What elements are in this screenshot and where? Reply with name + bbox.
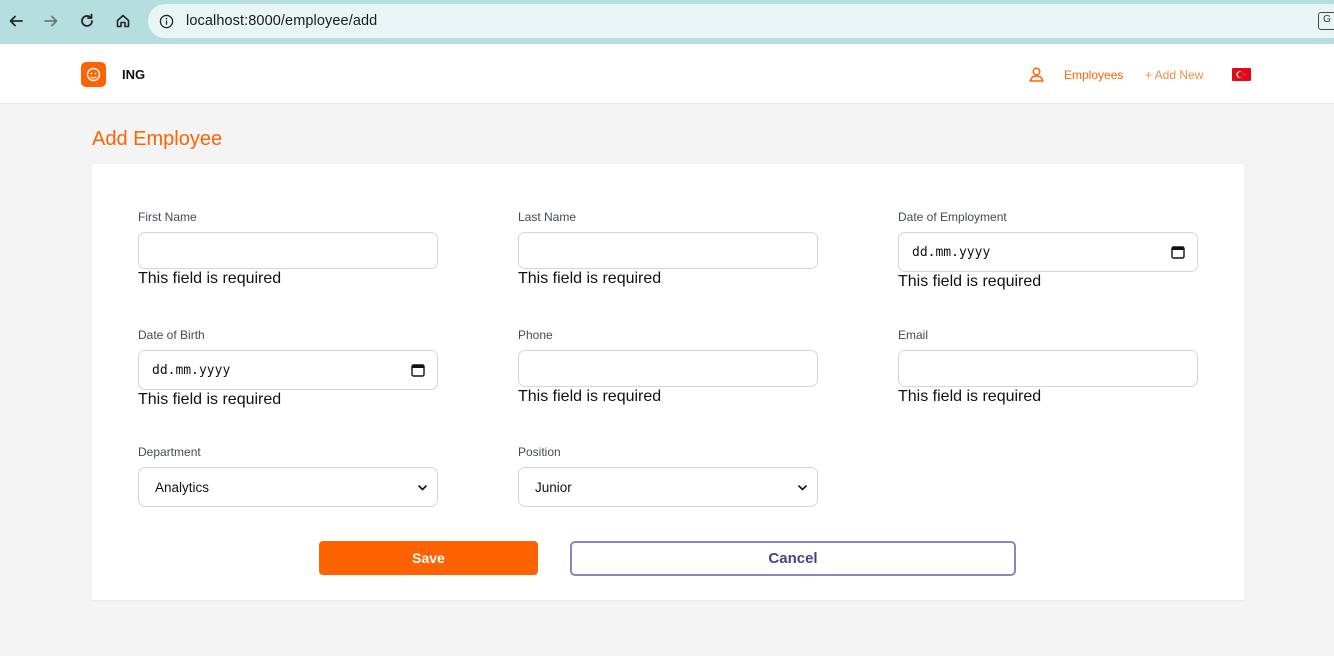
- first-name-error: This field is required: [138, 270, 282, 287]
- phone-error: This field is required: [518, 388, 662, 405]
- phone-field: Phone This field is required: [518, 328, 818, 406]
- home-icon[interactable]: [112, 10, 134, 32]
- calendar-icon[interactable]: [1171, 245, 1185, 259]
- phone-input[interactable]: [518, 350, 818, 387]
- date-of-birth-placeholder: dd.mm.yyyy: [152, 362, 231, 378]
- app-header: ING Employees + Add New: [0, 44, 1334, 104]
- date-of-birth-input[interactable]: dd.mm.yyyy: [138, 350, 438, 390]
- last-name-field: Last Name This field is required: [518, 210, 818, 288]
- department-label: Department: [138, 445, 201, 459]
- browser-toolbar: localhost:8000/employee/add G: [0, 0, 1334, 44]
- first-name-input[interactable]: [138, 232, 438, 269]
- date-of-employment-error: This field is required: [898, 273, 1042, 290]
- last-name-label: Last Name: [518, 210, 577, 224]
- email-error: This field is required: [898, 388, 1042, 405]
- date-of-birth-error: This field is required: [138, 391, 282, 408]
- email-input[interactable]: [898, 350, 1198, 387]
- date-of-employment-field: Date of Employment dd.mm.yyyy This field…: [898, 210, 1198, 291]
- date-of-birth-label: Date of Birth: [138, 328, 205, 342]
- department-field: Department Analytics: [138, 445, 438, 507]
- date-of-employment-input[interactable]: dd.mm.yyyy: [898, 232, 1198, 272]
- cancel-button[interactable]: Cancel: [570, 541, 1016, 576]
- turkey-flag-icon[interactable]: [1232, 68, 1251, 81]
- position-select[interactable]: Junior: [518, 467, 818, 507]
- phone-label: Phone: [518, 328, 553, 342]
- url-text[interactable]: localhost:8000/employee/add: [186, 13, 377, 29]
- calendar-icon[interactable]: [411, 363, 425, 377]
- page-title: Add Employee: [92, 128, 223, 150]
- department-selected-value: Analytics: [155, 479, 210, 495]
- position-field: Position Junior: [518, 445, 818, 507]
- nav-employees-link[interactable]: Employees: [1064, 68, 1123, 82]
- department-select[interactable]: Analytics: [138, 467, 438, 507]
- position-selected-value: Junior: [535, 479, 572, 495]
- employees-icon[interactable]: [1028, 66, 1045, 83]
- email-field: Email This field is required: [898, 328, 1198, 406]
- first-name-label: First Name: [138, 210, 197, 224]
- date-of-employment-placeholder: dd.mm.yyyy: [912, 244, 991, 260]
- address-bar[interactable]: localhost:8000/employee/add G: [148, 4, 1334, 38]
- last-name-error: This field is required: [518, 270, 662, 287]
- chevron-down-icon: [418, 484, 427, 490]
- back-arrow-icon[interactable]: [5, 10, 27, 32]
- last-name-input[interactable]: [518, 232, 818, 269]
- nav-add-new-link[interactable]: + Add New: [1145, 68, 1203, 82]
- brand-name: ING: [122, 67, 146, 82]
- first-name-field: First Name This field is required: [138, 210, 438, 288]
- translate-icon[interactable]: G: [1318, 12, 1334, 30]
- reload-icon[interactable]: [76, 10, 98, 32]
- date-of-employment-label: Date of Employment: [898, 210, 1007, 224]
- save-button[interactable]: Save: [319, 541, 538, 575]
- date-of-birth-field: Date of Birth dd.mm.yyyy This field is r…: [138, 328, 438, 409]
- email-label: Email: [898, 328, 929, 342]
- position-label: Position: [518, 445, 561, 459]
- info-icon[interactable]: [158, 13, 174, 29]
- lion-logo-icon[interactable]: [81, 62, 106, 87]
- chevron-down-icon: [798, 484, 807, 490]
- forward-arrow-icon[interactable]: [40, 10, 62, 32]
